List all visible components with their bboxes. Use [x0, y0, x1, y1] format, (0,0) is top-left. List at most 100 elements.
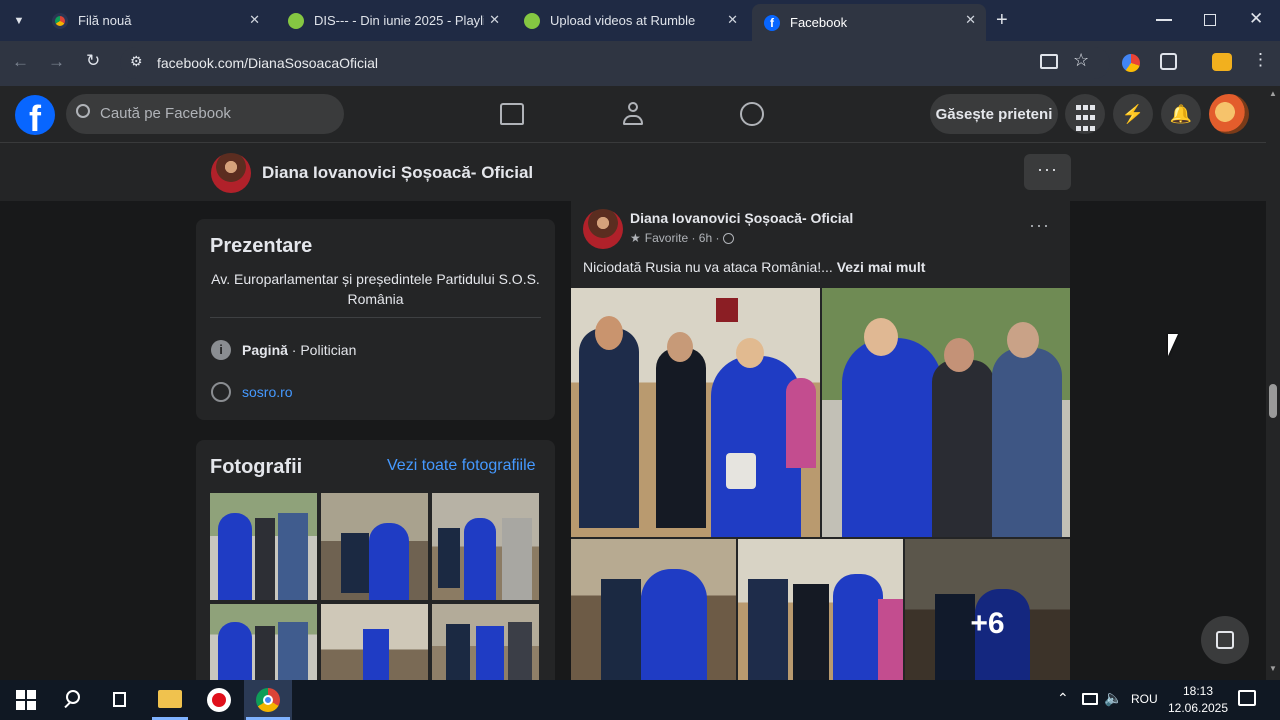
- flag-emblem: [716, 298, 738, 322]
- favorite-star-icon: ★: [630, 231, 641, 245]
- chrome-icon[interactable]: [256, 688, 280, 712]
- post-photo[interactable]: [571, 288, 820, 537]
- close-icon[interactable]: ✕: [249, 12, 260, 28]
- page-sticky-header: Diana Iovanovici Șoșoacă- Oficial ···: [0, 143, 1266, 201]
- file-explorer-icon[interactable]: [158, 690, 182, 708]
- notifications-bell-icon[interactable]: 🔔: [1161, 94, 1201, 134]
- account-avatar[interactable]: [1209, 94, 1249, 134]
- see-more-link[interactable]: Vezi mai mult: [837, 259, 926, 275]
- compose-icon: [1216, 631, 1234, 649]
- page-avatar[interactable]: [211, 153, 251, 193]
- address-bar[interactable]: ⚙ facebook.com/DianaSosoacaOficial: [120, 47, 1110, 79]
- post-meta: ★ Favorite · 6h ·: [630, 231, 735, 245]
- close-icon[interactable]: ✕: [965, 12, 976, 28]
- facebook-icon: f: [764, 14, 780, 31]
- post-author-avatar[interactable]: [583, 209, 623, 249]
- facebook-top-nav: f Caută pe Facebook Găsește prieteni ⚡ 🔔: [0, 86, 1266, 143]
- reload-icon[interactable]: ↻: [86, 51, 100, 71]
- post-meta-text: Favorite · 6h ·: [644, 231, 720, 245]
- photo-thumbnail[interactable]: [210, 604, 317, 680]
- menu-grid-icon[interactable]: [1065, 94, 1105, 134]
- home-icon[interactable]: [500, 103, 524, 125]
- info-icon: i: [211, 340, 231, 360]
- search-icon[interactable]: [62, 688, 86, 712]
- extension-icon[interactable]: [1122, 54, 1140, 72]
- website-link[interactable]: sosro.ro: [242, 384, 293, 400]
- tab-new-tab[interactable]: Filă nouă ✕: [40, 0, 270, 41]
- windows-start-icon[interactable]: [14, 688, 38, 712]
- tab-label: Upload videos at Rumble: [550, 13, 696, 28]
- url-text[interactable]: facebook.com/DianaSosoacaOficial: [157, 55, 378, 71]
- menu-dots-icon[interactable]: ⋮: [1252, 51, 1269, 68]
- recorder-icon[interactable]: [207, 688, 231, 712]
- scrollbar-thumb[interactable]: [1269, 384, 1277, 418]
- notification-center-icon[interactable]: [1238, 690, 1256, 706]
- more-photos-count: +6: [970, 607, 1005, 640]
- groups-icon[interactable]: [740, 102, 764, 126]
- clock-date[interactable]: 12.06.2025: [1166, 701, 1230, 715]
- bookmark-star-icon[interactable]: ☆: [1073, 50, 1089, 71]
- new-message-button[interactable]: [1201, 616, 1249, 664]
- page-more-button[interactable]: ···: [1024, 154, 1071, 190]
- photo-thumbnail[interactable]: [210, 493, 317, 600]
- photo-thumbnail[interactable]: [432, 493, 539, 600]
- mouse-cursor-icon: [1168, 334, 1178, 356]
- back-icon[interactable]: ←: [12, 52, 29, 72]
- tab-search-button[interactable]: ▼: [8, 10, 30, 32]
- browser-tab-bar: ▼ Filă nouă ✕ DIS--- - Din iunie 2025 - …: [0, 0, 1280, 41]
- tray-chevron-icon[interactable]: ⌃: [1057, 690, 1069, 707]
- privacy-globe-icon[interactable]: [723, 232, 735, 244]
- site-settings-icon[interactable]: ⚙: [130, 53, 143, 70]
- page-scrollbar[interactable]: ▲ ▼: [1266, 86, 1280, 680]
- photo-thumbnail[interactable]: [321, 493, 428, 600]
- close-icon[interactable]: ✕: [489, 12, 500, 28]
- intro-card: Prezentare Av. Europarlamentar și președ…: [196, 219, 555, 420]
- category-value: · Politician: [287, 342, 357, 358]
- photos-card: Fotografii Vezi toate fotografiile: [196, 440, 555, 680]
- close-window-button[interactable]: ✕: [1249, 9, 1263, 29]
- new-tab-button[interactable]: +: [996, 9, 1008, 32]
- post-author-name[interactable]: Diana Iovanovici Șoșoacă- Oficial: [630, 210, 853, 226]
- tab-label: Facebook: [790, 15, 848, 30]
- tab-playlist[interactable]: DIS--- - Din iunie 2025 - Playlist ✕: [276, 0, 510, 41]
- scroll-up-arrow[interactable]: ▲: [1269, 89, 1277, 98]
- install-app-icon[interactable]: [1040, 54, 1058, 69]
- photo-thumbnail[interactable]: [432, 604, 539, 680]
- windows-taskbar: ⌃ 🔈 ROU 18:13 12.06.2025: [0, 680, 1280, 720]
- clock-time[interactable]: 18:13: [1166, 684, 1230, 698]
- network-icon[interactable]: [1082, 693, 1098, 705]
- close-icon[interactable]: ✕: [727, 12, 738, 28]
- post-photo[interactable]: [822, 288, 1070, 537]
- globe-icon: [211, 382, 231, 402]
- tab-label: DIS--- - Din iunie 2025 - Playlist: [314, 13, 484, 28]
- restore-button[interactable]: [1204, 14, 1216, 26]
- post-photo[interactable]: [738, 539, 903, 680]
- intro-bio: Av. Europarlamentar și președintele Part…: [211, 271, 540, 307]
- search-icon: [76, 104, 90, 118]
- task-view-icon[interactable]: [110, 688, 134, 712]
- messenger-icon[interactable]: ⚡: [1113, 94, 1153, 134]
- photo-thumbnail[interactable]: [321, 604, 428, 680]
- post-photo[interactable]: [571, 539, 736, 680]
- facebook-logo-icon[interactable]: f: [15, 95, 55, 135]
- profile-icon[interactable]: [1212, 53, 1232, 71]
- puzzle-icon[interactable]: [1160, 53, 1177, 70]
- minimize-button[interactable]: [1156, 19, 1172, 21]
- page-title[interactable]: Diana Iovanovici Șoșoacă- Oficial: [262, 163, 533, 183]
- tab-facebook[interactable]: f Facebook ✕: [752, 4, 986, 41]
- tab-rumble-upload[interactable]: Upload videos at Rumble ✕: [512, 0, 748, 41]
- rumble-icon: [524, 12, 540, 29]
- volume-icon[interactable]: 🔈: [1104, 689, 1123, 707]
- see-all-photos-link[interactable]: Vezi toate fotografiile: [387, 457, 536, 475]
- post-photo-more[interactable]: +6: [905, 539, 1070, 680]
- language-indicator[interactable]: ROU: [1131, 692, 1158, 706]
- find-friends-label: Găsește prieteni: [935, 105, 1053, 123]
- find-friends-button[interactable]: Găsește prieteni: [930, 94, 1058, 134]
- photos-title: Fotografii: [210, 456, 303, 478]
- scroll-down-arrow[interactable]: ▼: [1269, 664, 1277, 673]
- friends-icon[interactable]: [620, 102, 646, 126]
- post-options-button[interactable]: ···: [1029, 215, 1050, 236]
- search-input[interactable]: Caută pe Facebook: [66, 94, 344, 134]
- forward-icon[interactable]: →: [48, 52, 65, 72]
- tab-label: Filă nouă: [78, 13, 132, 28]
